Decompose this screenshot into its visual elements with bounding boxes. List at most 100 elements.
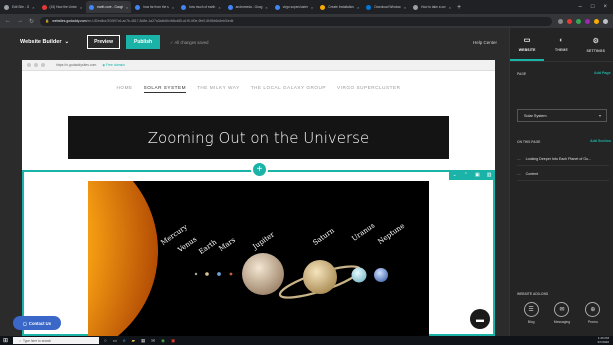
section-item[interactable]: — Looking Deeper Into Each Planet of Ou.… [517, 152, 609, 166]
builder-menu[interactable]: Website Builder ⌄ [20, 39, 69, 45]
maximize-icon[interactable]: □ [591, 4, 595, 10]
chevron-down-icon: ▾ [598, 113, 601, 118]
page-select[interactable]: Solar System ▾ [517, 109, 607, 122]
taskbar-apps: ○ ▭ e ▰ ▦ ✉ ◉ ▣ [104, 338, 175, 344]
extension-icon[interactable] [585, 18, 590, 24]
close-icon[interactable]: × [449, 5, 451, 10]
close-icon[interactable]: × [32, 5, 34, 10]
addon-label: Promo [587, 320, 598, 324]
addon-promo[interactable]: ⊕ Promo [585, 302, 601, 324]
tab-settings[interactable]: ⚙ SETTINGS [579, 28, 613, 61]
extension-icon[interactable] [576, 18, 581, 24]
page-icon [413, 4, 419, 10]
close-icon[interactable]: × [80, 5, 82, 10]
profile-avatar[interactable] [594, 18, 599, 24]
cortana-icon[interactable]: ○ [104, 338, 107, 344]
menu-icon[interactable] [603, 18, 608, 24]
section-item[interactable]: — Content [517, 167, 609, 181]
free-domain-link[interactable]: ◈ Free domain [102, 63, 125, 67]
save-status: ✓ All changes saved [170, 40, 208, 45]
browser-tab[interactable]: How to take a scr × [410, 1, 454, 13]
tab-theme[interactable]: ◐ THEME [544, 28, 578, 61]
forward-icon[interactable]: → [17, 18, 23, 24]
browser-tab[interactable]: Create Installation × [317, 1, 362, 13]
star-icon[interactable] [558, 18, 563, 24]
browser-tab-label: andromeda - Goog [235, 5, 263, 9]
store-icon[interactable]: ▦ [141, 338, 145, 344]
addon-label: Blog [527, 320, 535, 324]
chat-bubble-icon: ▢ [22, 320, 27, 326]
google-icon [89, 4, 95, 10]
drag-handle-icon[interactable]: — [517, 172, 521, 176]
file-explorer-icon[interactable]: ▰ [132, 338, 135, 344]
tab-website[interactable]: ▭ WEBSITE [510, 28, 545, 61]
addon-blog[interactable]: ☰ Blog [523, 302, 539, 324]
back-icon[interactable]: ← [5, 18, 11, 24]
window-controls: – □ × [579, 4, 613, 10]
close-icon[interactable]: × [311, 5, 313, 10]
mail-icon[interactable]: ✉ [151, 338, 155, 344]
browser-tab[interactable]: how much of earth × [178, 1, 224, 13]
browser-tab[interactable]: virgo supercluster × [272, 1, 317, 13]
on-this-page-label: ON THIS PAGE [517, 140, 541, 144]
windows-start-icon[interactable]: ⊞ [3, 337, 8, 344]
browser-tab[interactable]: (24) How the Unive × [39, 1, 86, 13]
save-status-label: All changes saved [174, 39, 209, 45]
add-section-button[interactable]: + [251, 161, 268, 178]
youtube-icon [41, 4, 47, 10]
reload-icon[interactable]: ↻ [29, 18, 34, 25]
system-tray-clock[interactable]: 1:26 PM 3/7/2020 [597, 336, 609, 344]
chat-button[interactable]: ▬ [470, 309, 490, 329]
chevron-up-icon[interactable]: ⌃ [464, 172, 468, 178]
nav-item-milky-way[interactable]: THE MILKY WAY [197, 85, 240, 93]
new-tab-icon[interactable]: + [457, 4, 461, 11]
app-window: Edit Site - G × (24) How the Unive × earth… [0, 0, 613, 345]
nav-item-home[interactable]: HOME [117, 85, 133, 93]
nav-item-local-galaxy-group[interactable]: THE LOCAL GALAXY GROUP [251, 85, 326, 93]
browser-tab[interactable]: Edit Site - G × [1, 1, 38, 13]
browser-tab[interactable]: andromeda - Goog × [225, 1, 271, 13]
add-page-link[interactable]: Add Page [594, 71, 611, 75]
planet-uranus [351, 267, 367, 283]
edge-icon[interactable]: e [123, 338, 126, 344]
taskbar: ⊞ ○ Type here to search ○ ▭ e ▰ ▦ ✉ ◉ ▣ … [0, 336, 613, 345]
trash-icon[interactable]: ▥ [487, 172, 492, 178]
browser-tab-label: virgo supercluster [282, 5, 308, 9]
app-icon[interactable]: ▣ [171, 338, 175, 344]
chevron-down-icon[interactable]: ⌄ [453, 172, 457, 178]
close-icon[interactable]: × [126, 5, 128, 10]
help-center-link[interactable]: Help Center [473, 40, 497, 45]
publish-button[interactable]: Publish [125, 35, 161, 49]
clock-date: 3/7/2020 [597, 339, 609, 344]
taskbar-search-input[interactable]: ○ Type here to search [13, 337, 100, 344]
minimize-icon[interactable]: – [579, 4, 582, 10]
addon-messaging[interactable]: ✉ Messaging [554, 302, 570, 324]
browser-tab-label: (24) How the Unive [49, 5, 77, 9]
close-window-icon[interactable]: × [603, 4, 607, 10]
url-path: /en-US/editor/200f97c6-ac7b-4817-8d8e-1a… [86, 19, 234, 23]
close-icon[interactable]: × [172, 5, 174, 10]
preview-button[interactable]: Preview [87, 35, 120, 49]
copy-icon[interactable]: ▣ [475, 172, 480, 178]
browser-tab[interactable]: Download Window × [363, 1, 409, 13]
add-section-link[interactable]: Add Section [590, 139, 611, 143]
nav-item-solar-system[interactable]: SOLAR SYSTEM [143, 85, 187, 93]
close-icon[interactable]: × [357, 5, 359, 10]
nav-item-virgo-supercluster[interactable]: VIRGO SUPERCLUSTER [337, 85, 400, 93]
gear-icon: ⚙ [592, 37, 600, 45]
browser-tab-strip: Edit Site - G × (24) How the Unive × earth… [0, 0, 613, 14]
close-icon[interactable]: × [265, 5, 267, 10]
close-icon[interactable]: × [404, 5, 406, 10]
section-item-label: Content [525, 171, 539, 176]
close-icon[interactable]: × [218, 5, 220, 10]
chrome-icon[interactable]: ◉ [161, 338, 165, 344]
task-view-icon[interactable]: ▭ [113, 338, 117, 344]
extension-icon[interactable] [567, 18, 572, 24]
planet-mercury [194, 272, 198, 276]
address-bar[interactable]: 🔒 websites.godaddy.com /en-US/editor/200… [40, 16, 552, 26]
browser-tab[interactable]: how far from the s × [132, 1, 177, 13]
browser-tab-active[interactable]: earth core - Googl × [86, 1, 132, 13]
google-icon [135, 4, 141, 10]
contact-us-button[interactable]: ▢ Contact Us [13, 316, 61, 330]
drag-handle-icon[interactable]: — [517, 157, 521, 161]
